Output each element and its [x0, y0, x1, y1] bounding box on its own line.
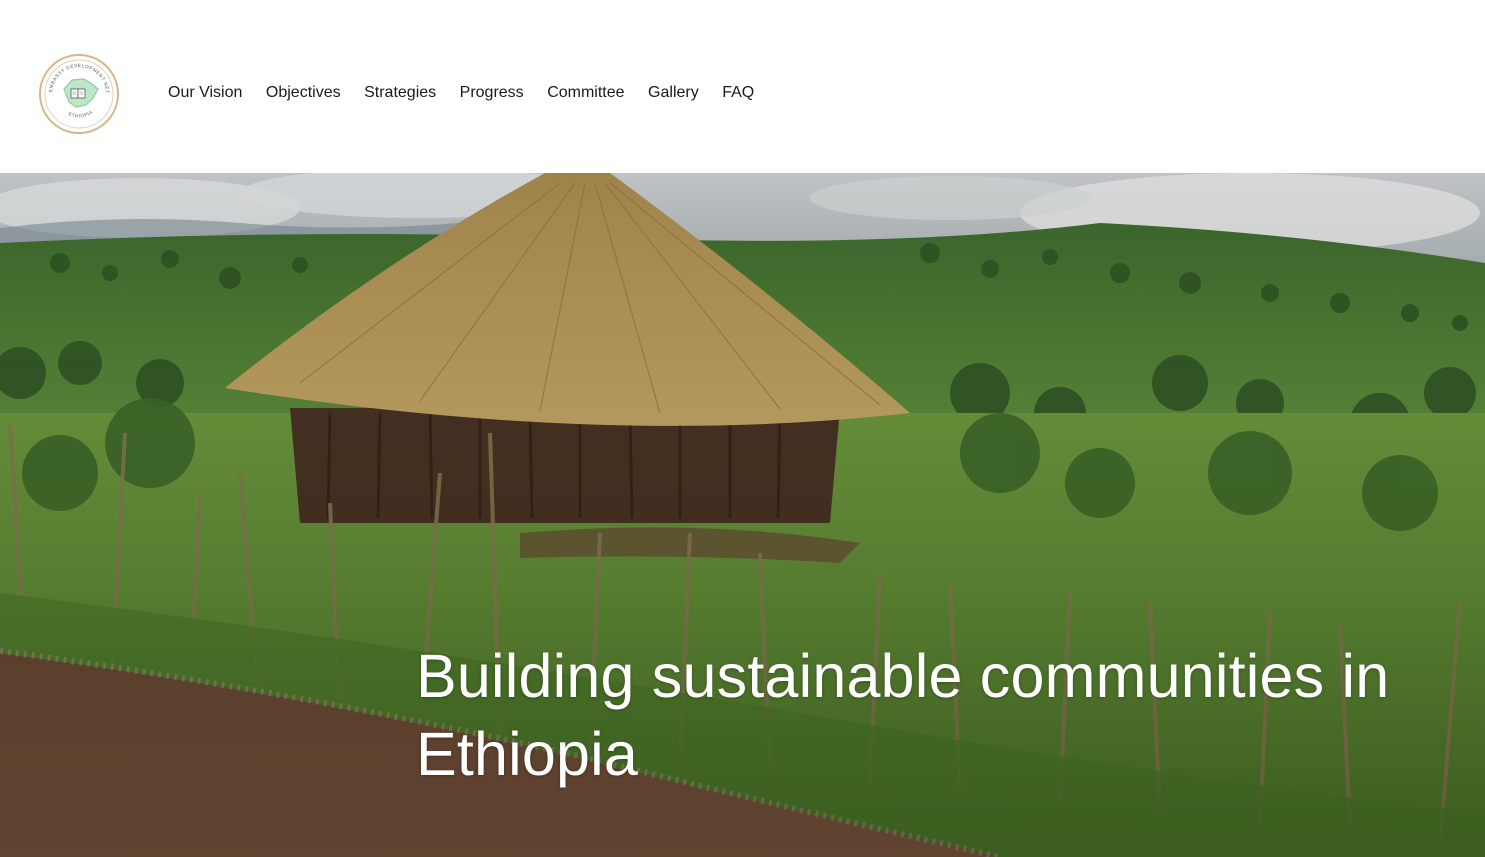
logo-icon[interactable]: EMBASSY DEVELOPMENT NETWORK ETHIOPIA [36, 49, 120, 135]
hero-title: Building sustainable communities in Ethi… [416, 642, 1390, 788]
nav-link-our-vision[interactable]: Our Vision [168, 82, 242, 104]
nav-link-committee[interactable]: Committee [547, 82, 624, 104]
nav-link-objectives[interactable]: Objectives [266, 82, 341, 104]
main-navigation: Our Vision Objectives Strategies Progres… [168, 82, 778, 104]
hero-section: Building sustainable communities in Ethi… [0, 173, 1485, 857]
nav-link-progress[interactable]: Progress [460, 82, 524, 104]
nav-link-strategies[interactable]: Strategies [364, 82, 436, 104]
nav-link-faq[interactable]: FAQ [722, 82, 754, 104]
nav-link-gallery[interactable]: Gallery [648, 82, 699, 104]
site-header: EMBASSY DEVELOPMENT NETWORK ETHIOPIA Our… [0, 0, 1485, 173]
